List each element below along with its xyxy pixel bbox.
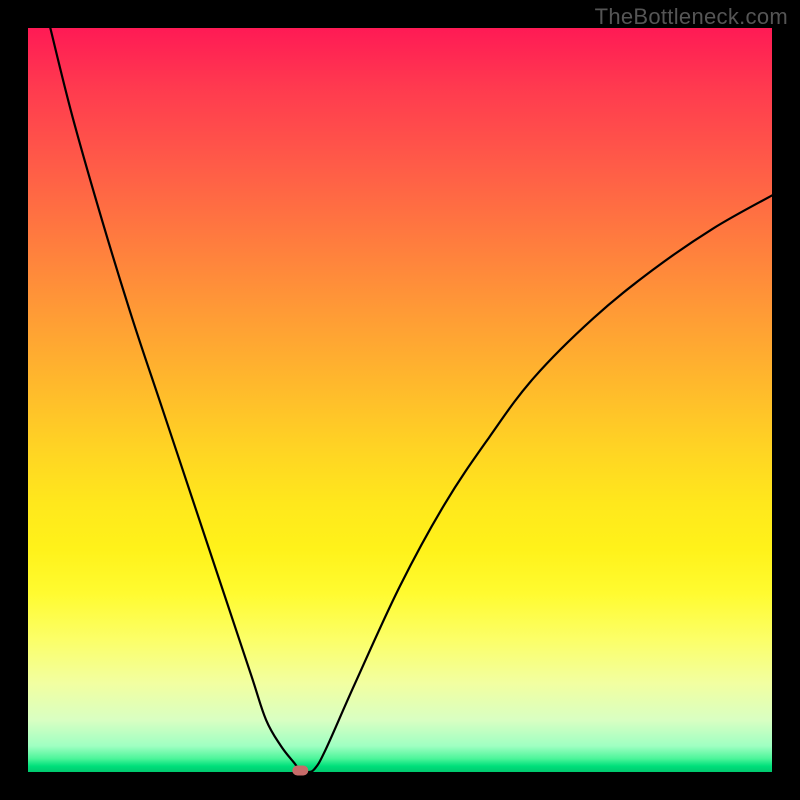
bottleneck-curve-path (50, 28, 772, 772)
watermark-text: TheBottleneck.com (595, 4, 788, 30)
plot-area (28, 28, 772, 772)
chart-frame: TheBottleneck.com (0, 0, 800, 800)
curve-svg (28, 28, 772, 772)
optimum-marker (292, 766, 308, 776)
